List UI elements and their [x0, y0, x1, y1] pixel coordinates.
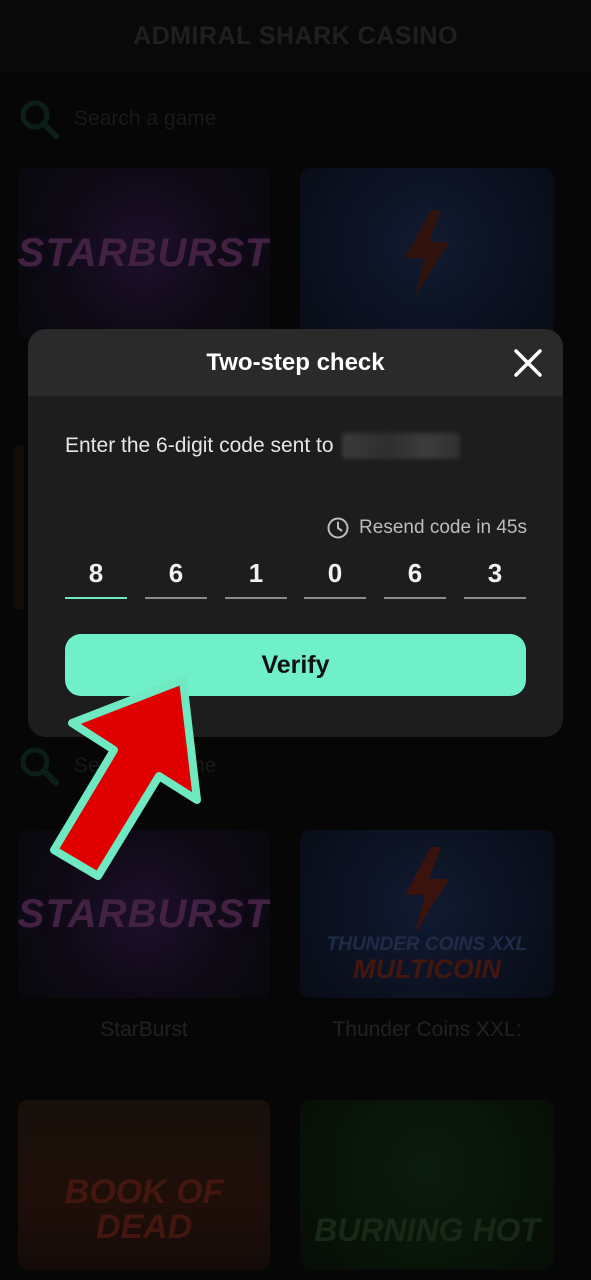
masked-phone-number [341, 433, 460, 459]
code-prompt-text: Enter the 6-digit code sent to [65, 434, 334, 457]
code-digit-2[interactable]: 6 [145, 549, 207, 599]
code-digit-4[interactable]: 0 [304, 549, 366, 599]
modal-title: Two-step check [206, 348, 385, 376]
code-input-group: 8 6 1 0 6 3 [65, 549, 526, 599]
clock-icon [326, 516, 350, 540]
code-digit-6[interactable]: 3 [464, 549, 526, 599]
close-button[interactable] [511, 346, 545, 380]
verify-button[interactable]: Verify [65, 634, 526, 696]
code-digit-1[interactable]: 8 [65, 549, 127, 599]
code-digit-5[interactable]: 6 [384, 549, 446, 599]
resend-text: Resend code in 45s [359, 517, 527, 538]
close-icon [514, 349, 542, 377]
modal-header: Two-step check [28, 329, 563, 396]
resend-timer: Resend code in 45s [326, 516, 527, 540]
two-step-check-modal: Two-step check Enter the 6-digit code se… [28, 329, 563, 737]
code-prompt: Enter the 6-digit code sent to [65, 433, 460, 459]
code-digit-3[interactable]: 1 [225, 549, 287, 599]
